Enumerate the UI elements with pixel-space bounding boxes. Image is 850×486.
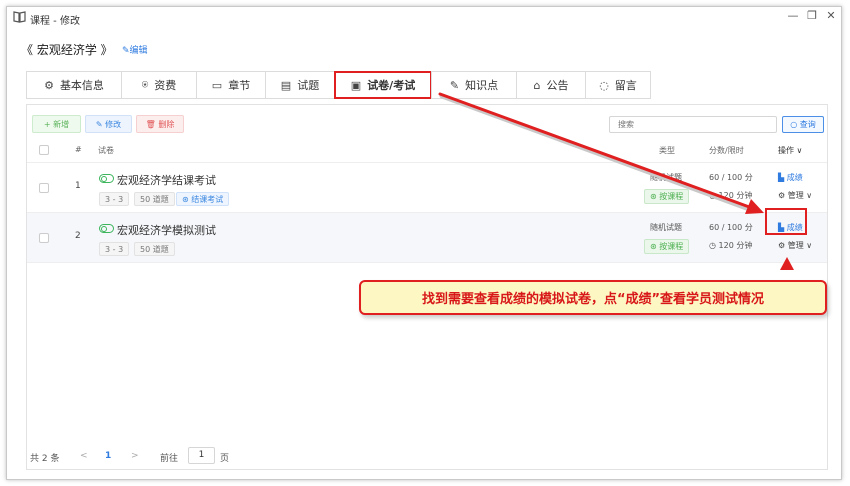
title-bar: 课程 - 修改 — ❐ ✕ [7,7,841,29]
gear-icon: ⚙ [44,78,54,92]
course-title: 《 宏观经济学 》 [21,43,113,57]
time-limit: ◷ 120 分钟 [709,241,753,250]
questions-icon: ▤ [280,78,292,92]
book-icon [13,11,26,23]
minimize-button[interactable]: — [785,9,801,23]
tab-announcements[interactable]: ⌂ 公告 [516,71,586,99]
up-arrow-icon [780,257,794,270]
row-index: 2 [75,231,81,241]
header-score-time: 分数/限时 [709,146,744,155]
page-number-input[interactable]: 1 [188,447,215,464]
table-row[interactable]: 1 宏观经济学结课考试 3 - 3 50 道题 ⊛ 结课考试 随机试题 ⊛ 按课… [27,163,827,213]
knowledge-icon: ✎ [449,78,460,92]
level-tag: 3 - 3 [99,192,130,206]
header-paper: 试卷 [98,146,114,155]
score-value: 60 / 100 分 [709,173,753,182]
tab-label: 资费 [154,79,177,92]
row-index: 1 [75,181,81,191]
row-checkbox[interactable] [39,183,49,193]
search-input[interactable] [609,116,777,133]
tab-questions[interactable]: ▤ 试题 [265,71,335,99]
goto-label: 前往 [160,454,179,464]
score-value: 60 / 100 分 [709,223,753,232]
instruction-callout: 找到需要查看成绩的模拟试卷，点“成绩”查看学员测试情况 [359,280,827,315]
message-icon: ◌ [599,78,609,92]
row-checkbox[interactable] [39,233,49,243]
close-button[interactable]: ✕ [823,9,839,23]
level-tag: 3 - 3 [99,242,130,256]
header-index: # [75,145,82,154]
chapter-icon: ▭ [211,78,223,92]
exam-paper-icon: ▣ [350,78,362,92]
tab-label: 章节 [228,79,251,92]
manage-dropdown[interactable]: ⚙ 管理 ∨ [778,240,812,251]
tab-chapters[interactable]: ▭ 章节 [196,71,266,99]
question-count-tag: 50 道题 [134,192,175,206]
tab-messages[interactable]: ◌ 留言 [585,71,651,99]
question-count-tag: 50 道题 [134,242,175,256]
restore-button[interactable]: ❐ [804,9,820,23]
table-header: # 试卷 类型 分数/限时 操作 ∨ [27,139,827,163]
toggle-icon[interactable] [99,174,114,183]
edit-course-link[interactable]: ✎编辑 [122,43,148,56]
tab-exams[interactable]: ▣ 试卷/考试 [334,71,432,99]
window-title: 课程 - 修改 [30,16,80,27]
results-link[interactable]: ▙ 成绩 [778,172,803,183]
by-course-tag: ⊛ 按课程 [644,189,690,204]
search-button[interactable]: ○ 查询 [782,116,824,133]
tab-label: 试卷/考试 [367,79,416,92]
page-suffix: 页 [220,454,230,464]
delete-button[interactable]: 🗑 删除 [136,115,184,133]
edit-button[interactable]: ✎ 修改 [85,115,132,133]
tab-basic-info[interactable]: ⚙ 基本信息 [26,71,122,99]
header-type: 类型 [659,146,675,155]
tab-label: 公告 [546,79,569,92]
header-ops[interactable]: 操作 ∨ [778,145,802,156]
manage-dropdown[interactable]: ⚙ 管理 ∨ [778,190,812,201]
tab-label: 留言 [614,79,637,92]
table-row[interactable]: 2 宏观经济学模拟测试 3 - 3 50 道题 随机试题 ⊛ 按课程 60 / … [27,213,827,263]
money-bag-icon: ⍟ [141,78,149,91]
tab-label: 知识点 [465,79,499,92]
tab-label: 基本信息 [59,79,104,92]
tab-fees[interactable]: ⍟ 资费 [121,71,197,99]
results-highlight-box [765,208,807,235]
paper-type: 随机试题 [650,173,682,182]
tab-bar: ⚙ 基本信息 ⍟ 资费 ▭ 章节 ▤ 试题 ▣ 试卷/考试 ✎ 知识点 ⌂ 公告… [26,71,651,99]
tab-label: 试题 [297,79,320,92]
announcement-icon: ⌂ [533,78,541,92]
toggle-icon[interactable] [99,224,114,233]
select-all-checkbox[interactable] [39,145,49,155]
paper-type: 随机试题 [650,223,682,232]
app-window: 课程 - 修改 — ❐ ✕ 《 宏观经济学 》 ✎编辑 ⚙ 基本信息 ⍟ 资费 … [6,6,842,480]
next-page-button[interactable]: > [131,451,139,461]
by-course-tag: ⊛ 按课程 [644,239,690,254]
tab-knowledge[interactable]: ✎ 知识点 [431,71,517,99]
paper-name: 宏观经济学模拟测试 [117,224,216,237]
total-count: 共 2 条 [30,454,60,464]
current-page[interactable]: 1 [105,451,111,461]
final-exam-tag: ⊛ 结课考试 [176,192,230,206]
time-limit: ◷ 120 分钟 [709,191,753,200]
paper-name: 宏观经济学结课考试 [117,174,216,187]
add-button[interactable]: + 新增 [32,115,81,133]
prev-page-button[interactable]: < [80,451,88,461]
